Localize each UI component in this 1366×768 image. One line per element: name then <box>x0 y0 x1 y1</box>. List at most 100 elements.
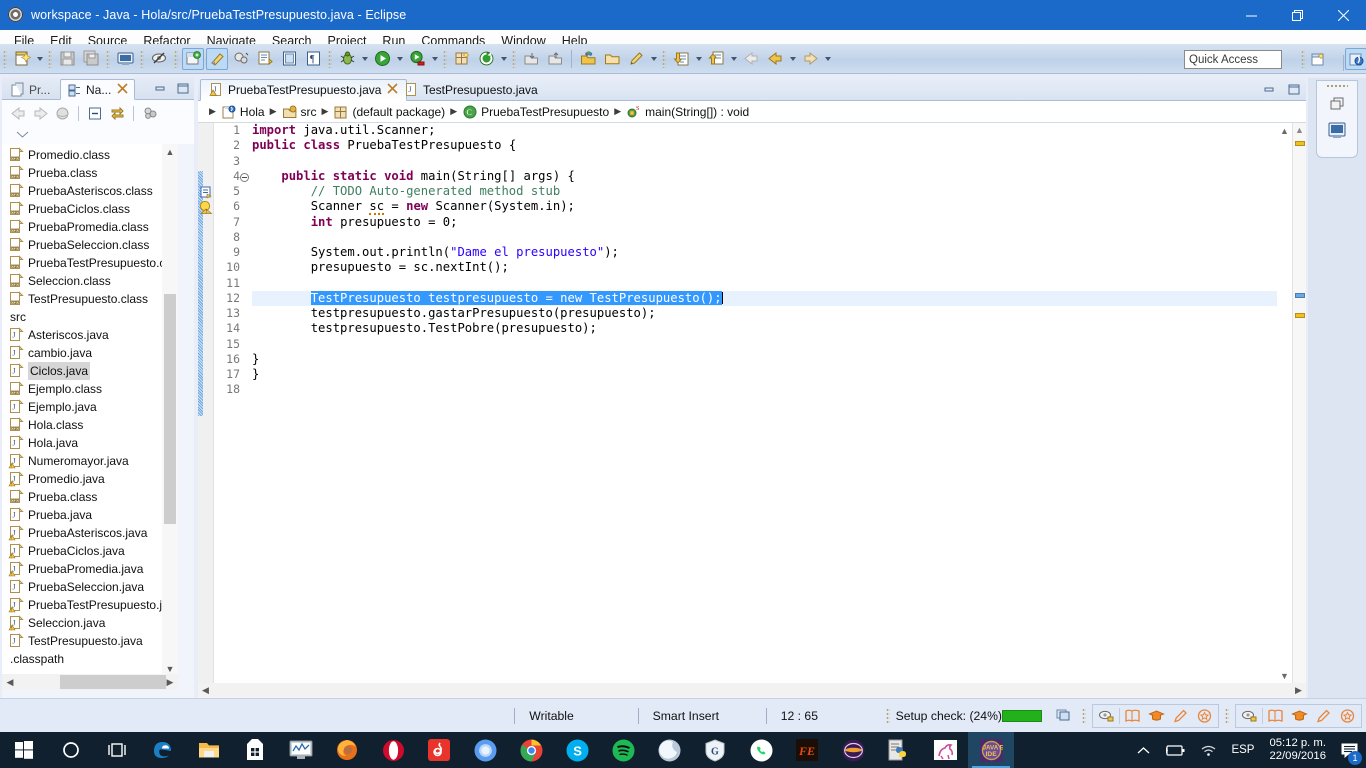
tree-item[interactable]: src <box>2 308 178 326</box>
open-folder-icon[interactable] <box>601 48 623 70</box>
overview-scroll-up-arrow[interactable]: ▲ <box>1295 125 1304 135</box>
tree-item[interactable]: 010 PruebaCiclos.class <box>2 200 178 218</box>
open-folder-colored-icon[interactable] <box>577 48 599 70</box>
task-view-icon[interactable] <box>94 732 140 768</box>
run-icon[interactable] <box>371 48 393 70</box>
overview-marker[interactable] <box>1295 293 1305 298</box>
breadcrumb-item-package[interactable]: (default package) <box>333 104 445 120</box>
minimize-view-button[interactable] <box>153 81 169 96</box>
scroll-thumb[interactable] <box>164 294 176 524</box>
toolbar-grip-3[interactable] <box>106 49 110 68</box>
mylyn-star-icon[interactable] <box>1192 705 1216 727</box>
taskbar-app-spotify-icon[interactable] <box>600 732 646 768</box>
tree-item[interactable]: J TestPresupuesto.java <box>2 632 178 650</box>
open-type-hierarchy-icon[interactable]: ¶ <box>302 48 324 70</box>
run-dropdown[interactable] <box>394 48 405 70</box>
open-type-icon[interactable] <box>230 48 252 70</box>
mylyn-task-icon[interactable] <box>1095 705 1119 727</box>
code-text[interactable]: import java.util.Scanner; public class Pr… <box>244 123 1306 683</box>
taskbar-app-moon-icon[interactable] <box>646 732 692 768</box>
editor-vertical-scrollbar[interactable]: ▲ ▼ <box>1277 123 1292 683</box>
mylyn-star-icon-2[interactable] <box>1335 705 1359 727</box>
tree-item[interactable]: 010 Promedio.class <box>2 146 178 164</box>
restore-button[interactable] <box>1274 0 1320 30</box>
overview-marker[interactable] <box>1295 141 1305 146</box>
tree-item[interactable]: 010 PruebaTestPresupuesto.class <box>2 254 178 272</box>
toolbar-grip-9[interactable] <box>662 49 666 68</box>
quick-access-input[interactable]: Quick Access <box>1184 50 1282 69</box>
new-wizard-dropdown[interactable] <box>34 48 45 70</box>
navigator-horizontal-scrollbar[interactable]: ◀ ▶ <box>2 674 178 690</box>
editor-scroll-up-arrow[interactable]: ▲ <box>1277 123 1292 138</box>
upload-dropdown[interactable] <box>728 48 739 70</box>
java-perspective-icon[interactable] <box>1345 48 1366 70</box>
breadcrumb-item-method[interactable]: S main(String[]) : void <box>626 104 749 120</box>
editor-scroll-left-arrow[interactable]: ◀ <box>198 683 213 698</box>
code-line[interactable]: presupuesto = sc.nextInt(); <box>252 260 1306 275</box>
wifi-icon[interactable] <box>1193 732 1224 768</box>
mylyn-pencil-icon[interactable] <box>1168 705 1192 727</box>
warning-marker-icon[interactable]: ! <box>199 200 213 217</box>
taskbar-app-shield-antivirus-icon[interactable]: G <box>692 732 738 768</box>
code-editor[interactable]: ! 1 2 3 4 5 6 7 8 9 10 11 12 13 14 15 16 17 18 import jav… <box>198 123 1306 683</box>
editor-scroll-right-arrow[interactable]: ▶ <box>1291 683 1306 698</box>
tab-package-explorer[interactable]: Pr... <box>4 79 56 100</box>
editor-scroll-down-arrow[interactable]: ▼ <box>1277 668 1292 683</box>
taskbar-app-microsoft-store-icon[interactable] <box>232 732 278 768</box>
tree-item[interactable]: 010 Hola.class <box>2 416 178 434</box>
taskbar-app-whatsapp-icon[interactable] <box>738 732 784 768</box>
marker-gutter[interactable]: ! <box>198 123 214 683</box>
debug-icon[interactable] <box>336 48 358 70</box>
toolbar-grip-2[interactable] <box>48 49 52 68</box>
hscroll-thumb[interactable] <box>60 675 166 689</box>
taskbar-app-skype-icon[interactable]: S <box>554 732 600 768</box>
code-line[interactable] <box>252 154 1306 169</box>
back-icon[interactable] <box>8 103 28 123</box>
save-icon[interactable] <box>56 48 78 70</box>
view-menu-icon[interactable] <box>140 103 160 123</box>
toolbar-grip-8[interactable] <box>512 49 516 68</box>
editor-tab-testpresupuesto[interactable]: J TestPresupuesto.java <box>396 79 546 101</box>
taskbar-app-game-launcher-icon[interactable]: FE <box>784 732 830 768</box>
show-hidden-icons-icon[interactable] <box>1130 732 1157 768</box>
forward-icon[interactable] <box>30 103 50 123</box>
minimize-editor-button[interactable] <box>1262 82 1278 97</box>
minimize-button[interactable] <box>1228 0 1274 30</box>
status-grip-2[interactable] <box>1082 707 1086 724</box>
code-line[interactable] <box>252 230 1306 245</box>
battery-charging-icon[interactable] <box>1157 732 1193 768</box>
new-java-class-icon[interactable] <box>182 47 204 70</box>
breadcrumb-item-class[interactable]: C PruebaTestPresupuesto <box>462 104 609 120</box>
forward-dropdown[interactable] <box>822 48 833 70</box>
maximize-editor-button[interactable] <box>1286 82 1302 97</box>
new-wizard-icon[interactable] <box>11 48 33 70</box>
tree-item[interactable]: J Prueba.java <box>2 506 178 524</box>
language-indicator[interactable]: ESP <box>1224 732 1261 768</box>
code-line[interactable]: int presupuesto = 0; <box>252 215 1306 230</box>
tree-item[interactable]: J! PruebaCiclos.java <box>2 542 178 560</box>
taskbar-app-eclipse-icon[interactable] <box>830 732 876 768</box>
status-grip-3[interactable] <box>1225 707 1229 724</box>
toolbar-grip-7[interactable] <box>443 49 447 68</box>
home-icon[interactable] <box>52 103 72 123</box>
scroll-up-arrow[interactable]: ▲ <box>162 144 178 160</box>
taskbar-app-opera-icon[interactable] <box>370 732 416 768</box>
toolbar-grip-4[interactable] <box>140 49 144 68</box>
mylyn-task-icon-2[interactable] <box>1238 705 1262 727</box>
code-line[interactable]: } <box>252 352 1306 367</box>
overview-ruler[interactable]: ▲ <box>1292 123 1306 683</box>
hscroll-track[interactable] <box>18 674 166 690</box>
taskbar-app-python-idle-icon[interactable] <box>876 732 922 768</box>
tree-item[interactable]: J! Promedio.java <box>2 470 178 488</box>
mylyn-open-map-icon[interactable] <box>1120 705 1144 727</box>
back-dropdown[interactable] <box>787 48 798 70</box>
tree-item[interactable]: 010 Seleccion.class <box>2 272 178 290</box>
breadcrumb-root-arrow[interactable]: ▶ <box>209 106 216 117</box>
toolbar-grip-6[interactable] <box>328 49 332 68</box>
toolbar-grip-right[interactable] <box>1301 50 1305 68</box>
upload-icon[interactable] <box>705 48 727 70</box>
taskbar-app-chromium-icon[interactable] <box>462 732 508 768</box>
tab-navigator[interactable]: Na... <box>60 79 136 100</box>
status-grip-1[interactable] <box>885 707 890 724</box>
status-insert-mode[interactable]: Smart Insert <box>653 709 752 723</box>
